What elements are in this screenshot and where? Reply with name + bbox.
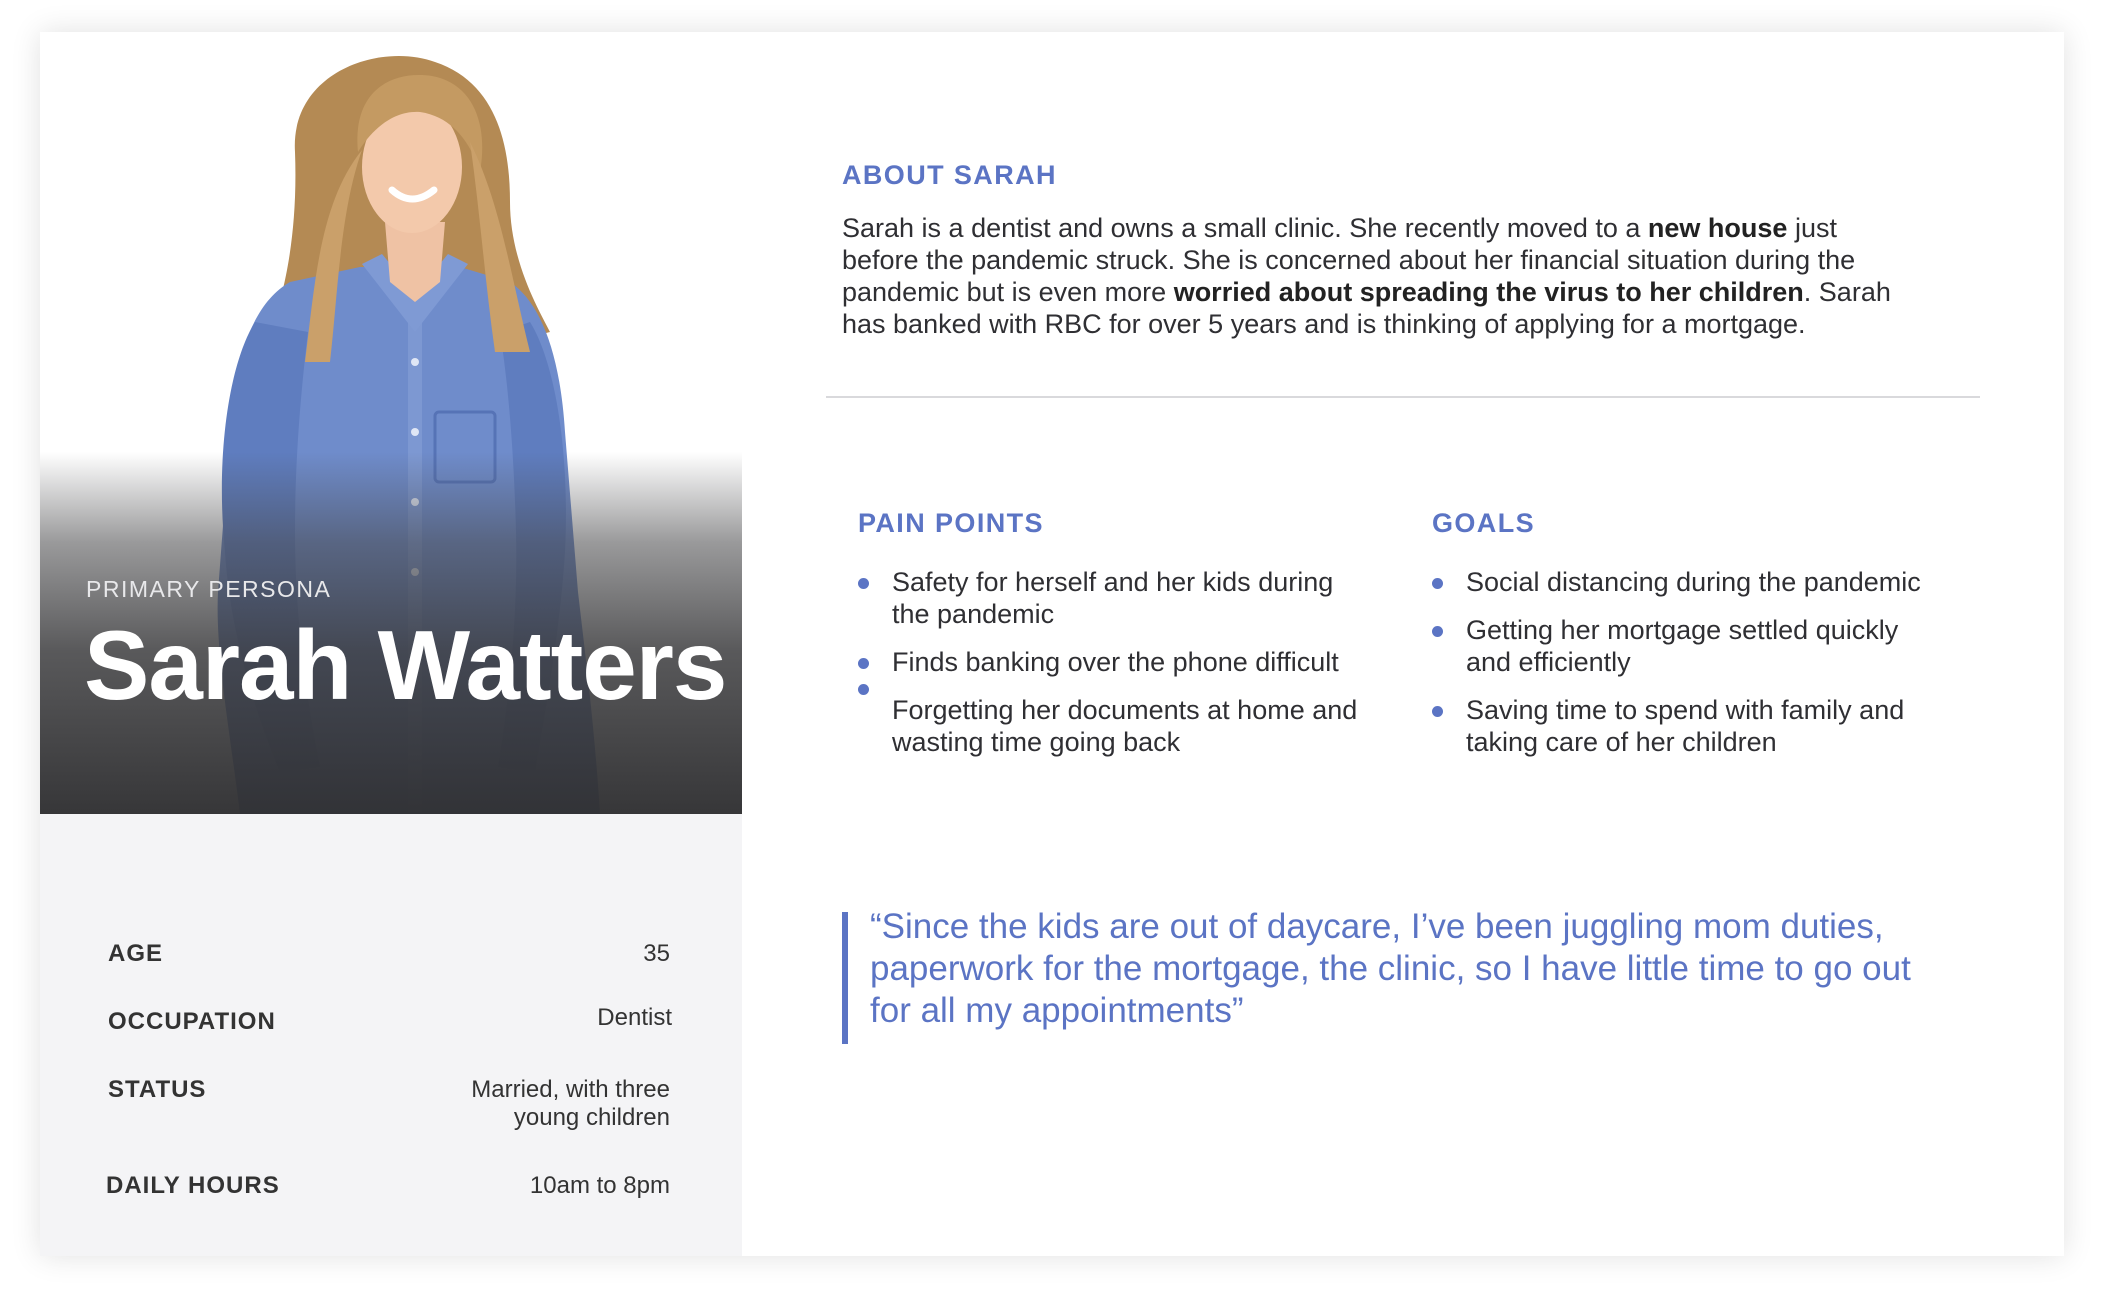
list-item-text: Getting her mortgage settled quickly and…	[1466, 615, 1899, 677]
goals-list: Social distancing during the pandemic Ge…	[1432, 566, 1932, 758]
list-item: Saving time to spend with family and tak…	[1432, 694, 1932, 758]
list-item: Social distancing during the pandemic	[1432, 566, 1932, 598]
bullet-dot-icon	[858, 578, 869, 589]
goals-heading: GOALS	[1432, 508, 1536, 538]
stat-value-multiline: Married, with three young children	[471, 1076, 670, 1132]
persona-type-label: PRIMARY PERSONA	[86, 576, 332, 602]
list-item-text: Social distancing during the pandemic	[1466, 567, 1921, 597]
stat-value: 10am to 8pm	[529, 1172, 670, 1199]
stat-value: 35	[643, 940, 670, 967]
stat-value: Dentist	[597, 1004, 672, 1031]
about-heading: ABOUT SARAH	[842, 160, 1057, 190]
persona-card: PRIMARY PERSONA Sarah Watters AGE 35 OCC…	[40, 32, 2064, 1256]
list-item: Safety for herself and her kids during t…	[858, 566, 1358, 630]
stat-value-line: Married, with three	[471, 1076, 670, 1103]
about-text-segment: Sarah is a dentist and owns a small clin…	[842, 213, 1648, 243]
stat-value-line: young children	[513, 1104, 670, 1132]
stat-label: STATUS	[108, 1076, 207, 1103]
list-item-text: Safety for herself and her kids during t…	[892, 567, 1334, 629]
bullet-dot-icon	[858, 658, 869, 669]
about-bold-segment: worried about spreading the virus to her…	[1173, 277, 1804, 307]
persona-quote: “Since the kids are out of daycare, I’ve…	[870, 907, 1911, 1030]
section-divider	[826, 396, 1980, 398]
stat-label: DAILY HOURS	[106, 1172, 280, 1199]
list-item: Finds banking over the phone difficult	[858, 646, 1358, 678]
pain-points-list: Safety for herself and her kids during t…	[858, 566, 1358, 758]
stat-label: OCCUPATION	[108, 1008, 276, 1035]
list-item: Forgetting her documents at home and was…	[858, 684, 1358, 758]
list-item-text: Saving time to spend with family and tak…	[1466, 695, 1905, 757]
stat-label: AGE	[108, 940, 164, 967]
quote-accent-bar	[842, 912, 848, 1044]
bullet-dot-icon	[1432, 626, 1443, 637]
bullet-dot-icon	[1432, 578, 1443, 589]
persona-photo: PRIMARY PERSONA Sarah Watters	[40, 32, 742, 814]
list-item-text: Finds banking over the phone difficult	[892, 647, 1339, 677]
list-item: Getting her mortgage settled quickly and…	[1432, 614, 1932, 678]
about-bold-segment: new house	[1647, 213, 1788, 243]
about-paragraph: Sarah is a dentist and owns a small clin…	[842, 212, 1902, 340]
list-item-text: Forgetting her documents at home and was…	[892, 695, 1358, 757]
bullet-dot-icon	[858, 684, 869, 695]
persona-name: Sarah Watters	[84, 610, 727, 720]
pain-points-heading: PAIN POINTS	[858, 508, 1044, 538]
persona-sidebar: PRIMARY PERSONA Sarah Watters AGE 35 OCC…	[40, 32, 742, 1256]
bullet-dot-icon	[1432, 706, 1443, 717]
